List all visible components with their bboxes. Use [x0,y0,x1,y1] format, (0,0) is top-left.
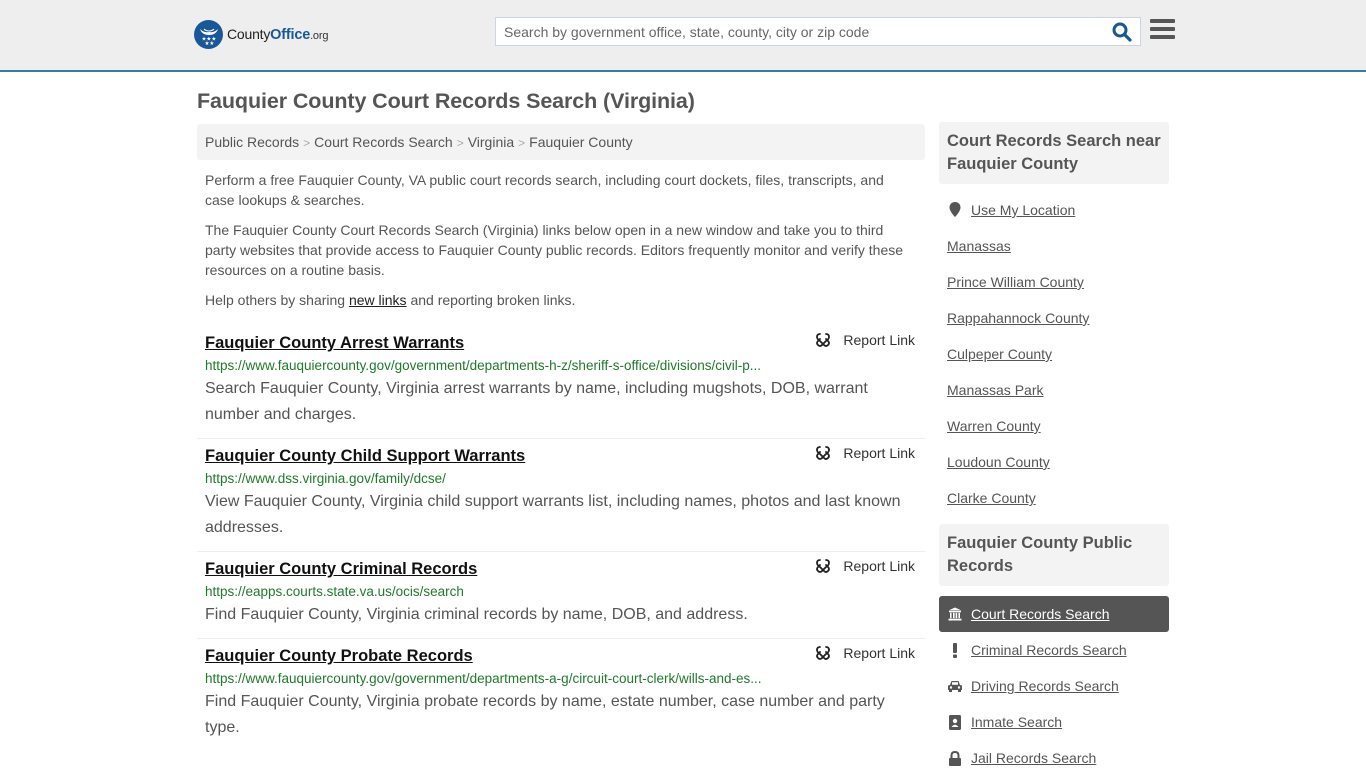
car-icon [947,680,963,692]
breadcrumb-virginia[interactable]: Virginia [468,134,514,150]
search-button[interactable] [1112,22,1134,42]
intro-text: Perform a free Fauquier County, VA publi… [205,170,917,320]
result-description: Find Fauquier County, Virginia criminal … [205,606,748,623]
search-input[interactable] [496,18,1106,45]
result-description: Search Fauquier County, Virginia arrest … [205,380,868,423]
result-url: https://eapps.courts.state.va.us/ocis/se… [205,584,464,599]
report-link-label: Report Link [843,645,915,661]
breadcrumb-fauquier-county[interactable]: Fauquier County [529,134,633,150]
intro-text-after: and reporting broken links. [406,292,576,308]
search-box [495,17,1141,46]
intro-paragraph-1: Perform a free Fauquier County, VA publi… [205,172,884,208]
site-header: ★★★ ★★ CountyOffice.org [0,0,1366,72]
report-link-button[interactable]: Report Link [815,445,915,461]
nearby-item: Manassas [939,228,1169,264]
sidebar: Court Records Search near Fauquier Count… [939,122,1169,776]
report-link-button[interactable]: Report Link [815,332,915,348]
report-link-label: Report Link [843,445,915,461]
result-item: Fauquier County Probate Records Report L… [197,639,925,751]
id-badge-icon [947,714,963,730]
nearby-item: Warren County [939,408,1169,444]
nearby-link-rappahannock-county[interactable]: Rappahannock County [947,310,1089,326]
nearby-item: Culpeper County [939,336,1169,372]
breadcrumb-public-records[interactable]: Public Records [205,134,299,150]
public-records-link[interactable]: Court Records Search [971,606,1110,622]
report-link-button[interactable]: Report Link [815,558,915,574]
nearby-item: Clarke County [939,480,1169,516]
public-records-item-driving-records-search[interactable]: Driving Records Search [939,668,1169,704]
result-item: Fauquier County Arrest Warrants Report L… [197,326,925,439]
use-my-location-link[interactable]: Use My Location [971,202,1075,218]
nearby-link-loudoun-county[interactable]: Loudoun County [947,454,1050,470]
intro-text-before: Help others by sharing [205,292,349,308]
broken-link-icon [816,559,831,573]
intro-paragraph-3: Help others by sharing new links and rep… [205,290,917,310]
result-item: Fauquier County Criminal Records Report … [197,552,925,639]
public-records-link[interactable]: Criminal Records Search [971,642,1127,658]
result-description: View Fauquier County, Virginia child sup… [205,493,901,536]
breadcrumb-separator: > [303,136,311,150]
broken-link-icon [816,646,831,660]
report-link-label: Report Link [843,332,915,348]
page-title: Fauquier County Court Records Search (Vi… [197,89,695,113]
search-icon [1112,22,1132,42]
site-logo[interactable]: ★★★ ★★ CountyOffice.org [194,20,328,49]
public-records-heading: Fauquier County Public Records [939,524,1169,586]
result-title-link[interactable]: Fauquier County Arrest Warrants [205,332,464,354]
public-records-item-criminal-records-search[interactable]: Criminal Records Search [939,632,1169,668]
new-links-link[interactable]: new links [349,292,407,308]
intro-paragraph-2: The Fauquier County Court Records Search… [205,222,904,278]
nearby-item: Prince William County [939,264,1169,300]
result-description: Find Fauquier County, Virginia probate r… [205,693,885,736]
public-records-list: Court Records Search Criminal Records Se… [939,586,1169,776]
public-records-item-inmate-search[interactable]: Inmate Search [939,704,1169,740]
results-list: Fauquier County Arrest Warrants Report L… [197,326,925,751]
nearby-link-manassas[interactable]: Manassas [947,238,1011,254]
nearby-list: Use My Location Manassas Prince William … [939,184,1169,522]
breadcrumb-separator: > [518,136,526,150]
nearby-item: Loudoun County [939,444,1169,480]
nearby-heading: Court Records Search near Fauquier Count… [939,122,1169,184]
eagle-stars-logo-icon: ★★★ ★★ [194,20,223,49]
nearby-link-manassas-park[interactable]: Manassas Park [947,382,1043,398]
nearby-link-culpeper-county[interactable]: Culpeper County [947,346,1052,362]
nearby-link-warren-county[interactable]: Warren County [947,418,1041,434]
breadcrumb: Public Records > Court Records Search > Virg… [197,124,925,160]
breadcrumb-court-records-search[interactable]: Court Records Search [314,134,453,150]
result-url: https://www.dss.virginia.gov/family/dcse… [205,471,446,486]
use-my-location-item: Use My Location [939,192,1169,228]
hamburger-menu-icon [1150,19,1175,23]
hamburger-menu-button[interactable] [1150,19,1175,41]
map-pin-icon [947,202,963,218]
nearby-item: Manassas Park [939,372,1169,408]
result-title-link[interactable]: Fauquier County Criminal Records [205,558,477,580]
broken-link-icon [816,333,831,347]
result-title-link[interactable]: Fauquier County Child Support Warrants [205,445,525,467]
result-url: https://www.fauquiercounty.gov/governmen… [205,671,762,686]
breadcrumb-separator: > [456,136,464,150]
result-title-link[interactable]: Fauquier County Probate Records [205,645,473,667]
hamburger-line [1150,27,1175,31]
exclamation-icon [947,642,963,658]
lock-icon [947,750,963,766]
nearby-item: Rappahannock County [939,300,1169,336]
public-records-item-jail-records-search[interactable]: Jail Records Search [939,740,1169,776]
broken-link-icon [816,446,831,460]
public-records-link[interactable]: Jail Records Search [971,750,1096,766]
public-records-link[interactable]: Driving Records Search [971,678,1119,694]
result-item: Fauquier County Child Support Warrants R… [197,439,925,552]
courthouse-icon [947,607,963,621]
public-records-link[interactable]: Inmate Search [971,714,1062,730]
public-records-item-court-records-search[interactable]: Court Records Search [939,596,1169,632]
result-url: https://www.fauquiercounty.gov/governmen… [205,358,761,373]
report-link-label: Report Link [843,558,915,574]
report-link-button[interactable]: Report Link [815,645,915,661]
logo-text: CountyOffice.org [227,26,329,43]
svg-text:★★: ★★ [204,41,214,46]
nearby-link-clarke-county[interactable]: Clarke County [947,490,1036,506]
hamburger-line [1150,35,1175,39]
nearby-link-prince-william-county[interactable]: Prince William County [947,274,1084,290]
